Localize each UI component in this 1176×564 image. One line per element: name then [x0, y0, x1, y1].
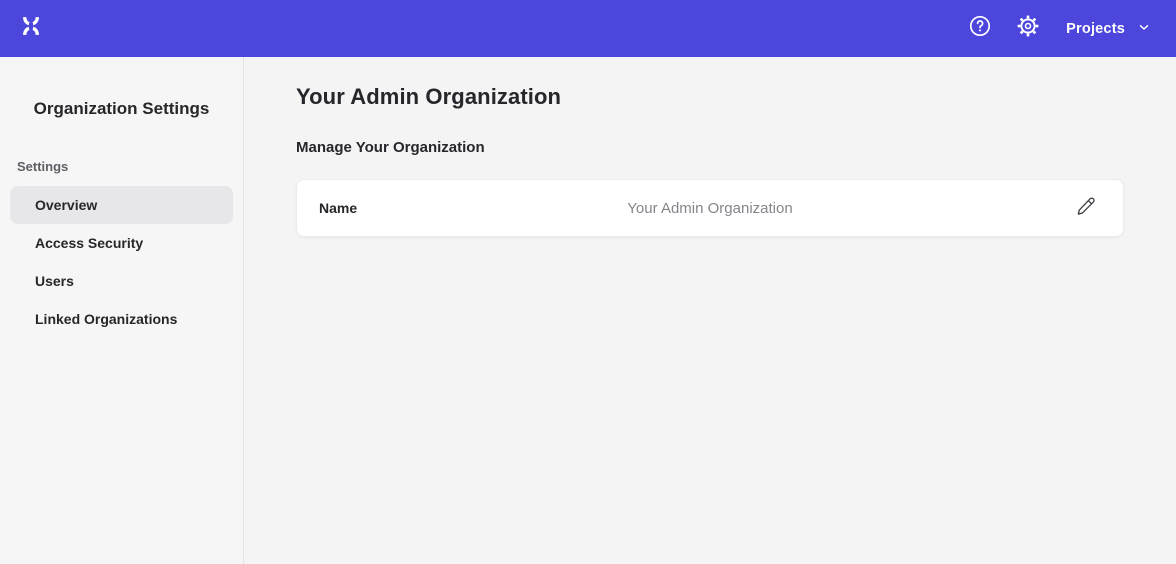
help-button[interactable]	[964, 13, 996, 45]
sidebar-title: Organization Settings	[0, 99, 243, 119]
sidebar-item-access-security[interactable]: Access Security	[10, 224, 233, 262]
sidebar-item-label: Access Security	[35, 235, 143, 251]
edit-name-button[interactable]	[1071, 193, 1101, 223]
settings-button[interactable]	[1012, 13, 1044, 45]
top-bar: Projects	[0, 0, 1176, 57]
top-bar-actions: Projects	[964, 13, 1150, 45]
name-field-value: Your Admin Organization	[297, 200, 1123, 217]
sidebar-section-label: Settings	[17, 159, 243, 174]
sidebar-item-linked-organizations[interactable]: Linked Organizations	[10, 300, 233, 338]
page-title: Your Admin Organization	[296, 84, 1124, 110]
sidebar-item-overview[interactable]: Overview	[10, 186, 233, 224]
gear-icon	[1016, 14, 1040, 43]
chevron-down-icon	[1125, 20, 1150, 38]
sidebar-nav: Overview Access Security Users Linked Or…	[0, 186, 243, 338]
section-title: Manage Your Organization	[296, 139, 1124, 156]
sidebar-item-label: Linked Organizations	[35, 311, 177, 327]
pencil-icon	[1076, 196, 1096, 221]
sidebar-item-users[interactable]: Users	[10, 262, 233, 300]
projects-label: Projects	[1066, 21, 1125, 37]
projects-dropdown[interactable]: Projects	[1066, 20, 1150, 38]
sidebar-item-label: Users	[35, 273, 74, 289]
name-field-label: Name	[319, 200, 357, 216]
organization-name-card: Name Your Admin Organization	[296, 179, 1124, 237]
sidebar-item-label: Overview	[35, 197, 97, 213]
sidebar: Organization Settings Settings Overview …	[0, 57, 244, 564]
logo-button[interactable]	[18, 13, 44, 44]
main-content: Your Admin Organization Manage Your Orga…	[244, 57, 1176, 564]
x-logo-icon	[18, 13, 44, 44]
page-body: Organization Settings Settings Overview …	[0, 57, 1176, 564]
help-icon	[968, 14, 992, 43]
